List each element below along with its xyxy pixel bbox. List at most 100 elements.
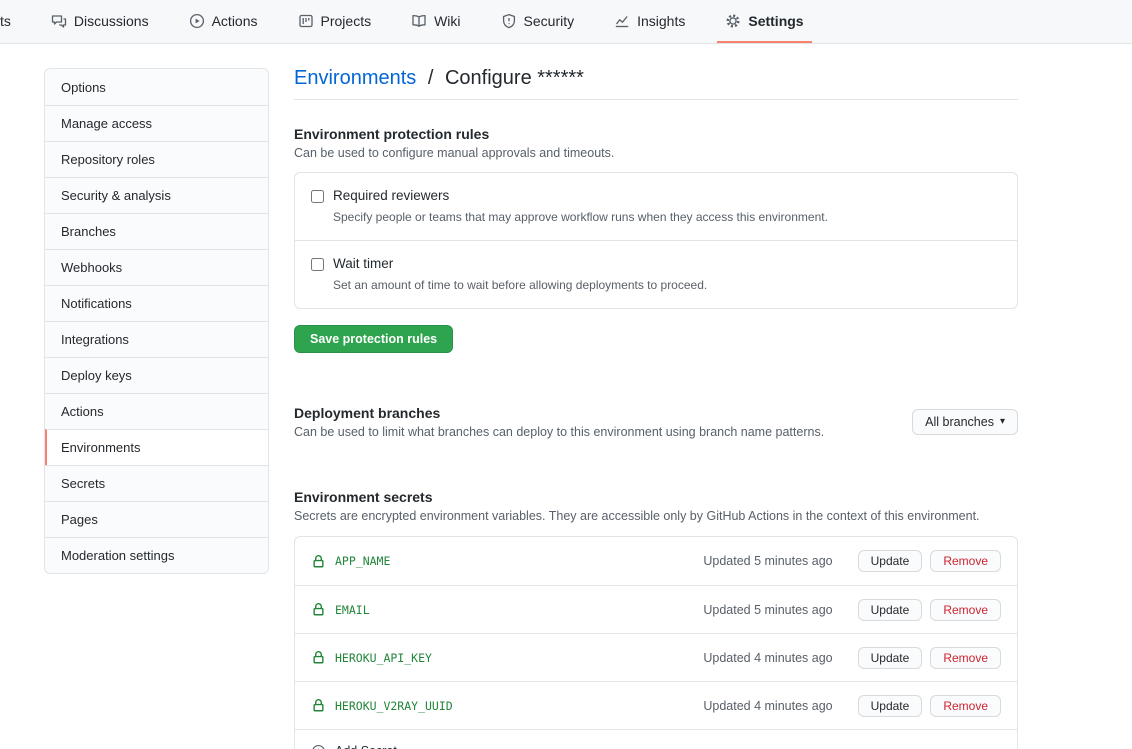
secret-row: EMAIL Updated 5 minutes ago Update Remov… [295,585,1017,633]
secret-name-text: EMAIL [335,602,370,617]
secret-name: HEROKU_API_KEY [311,650,432,665]
required-reviewers-checkbox[interactable] [311,189,324,203]
settings-sidebar: Options Manage access Repository roles S… [44,68,269,574]
tab-label: Projects [320,12,372,29]
secret-row: APP_NAME Updated 5 minutes ago Update Re… [295,537,1017,585]
sidebar-item-options[interactable]: Options [45,69,268,105]
sidebar-item-notifications[interactable]: Notifications [45,285,268,321]
settings-page: ts Discussions Actions Projects Wiki Sec… [0,0,1132,749]
tab-insights[interactable]: Insights [606,0,693,43]
update-secret-button[interactable]: Update [857,550,923,572]
page-title: Environments / Configure ****** [294,67,1018,100]
secret-updated: Updated 4 minutes ago [703,650,833,665]
section-heading: Environment protection rules [294,126,490,142]
play-circle-icon [189,13,205,29]
lock-icon [313,651,324,664]
secret-name: APP_NAME [311,554,390,569]
section-description: Can be used to limit what branches can d… [294,425,825,439]
remove-secret-button[interactable]: Remove [930,694,1001,717]
secrets-list: APP_NAME Updated 5 minutes ago Update Re… [294,536,1018,749]
secret-updated: Updated 5 minutes ago [703,554,833,568]
tab-wiki[interactable]: Wiki [403,0,468,43]
update-secret-button[interactable]: Update [857,694,923,717]
protection-rules-box: Required reviewers Specify people or tea… [294,172,1018,309]
sidebar-item-actions[interactable]: Actions [45,393,268,429]
lock-icon [313,603,324,616]
rule-description: Set an amount of time to wait before all… [333,278,708,292]
book-icon [411,13,427,29]
repo-tab-bar: ts Discussions Actions Projects Wiki Sec… [0,0,1132,44]
section-heading: Deployment branches [294,405,441,421]
tab-label: ts [0,12,11,29]
protection-rules-section: Environment protection rules Can be used… [294,124,1018,353]
dropdown-label: All branches [925,415,994,429]
secret-name: HEROKU_V2RAY_UUID [311,698,453,713]
section-heading: Environment secrets [294,489,433,505]
lock-icon [313,699,324,712]
sidebar-item-repository-roles[interactable]: Repository roles [45,141,268,177]
lock-icon [313,554,324,567]
tab-settings[interactable]: Settings [717,0,812,43]
secret-name-text: HEROKU_V2RAY_UUID [335,698,453,713]
chevron-down-icon: ▾ [999,416,1005,427]
tab-label: Settings [748,12,804,29]
gear-icon [725,13,741,29]
remove-secret-button[interactable]: Remove [930,550,1001,572]
rule-label: Wait timer [333,256,394,271]
save-protection-rules-button[interactable]: Save protection rules [294,325,454,353]
update-secret-button[interactable]: Update [857,598,923,621]
tab-label: Security [523,12,575,29]
all-branches-dropdown[interactable]: All branches ▾ [912,409,1018,435]
sidebar-item-environments[interactable]: Environments [45,429,268,465]
rule-label: Required reviewers [333,188,450,203]
deployment-branches-text: Deployment branches Can be used to limit… [294,403,824,441]
secret-row: HEROKU_V2RAY_UUID Updated 4 minutes ago … [295,681,1017,729]
tab-projects[interactable]: Projects [290,0,380,43]
wait-timer-checkbox[interactable] [311,257,324,271]
sidebar-item-moderation-settings[interactable]: Moderation settings [45,537,268,573]
sidebar-item-webhooks[interactable]: Webhooks [45,249,268,285]
environment-name: Configure ****** [444,67,584,89]
secret-row: HEROKU_API_KEY Updated 4 minutes ago Upd… [295,633,1017,681]
secret-name: EMAIL [311,602,370,617]
remove-secret-button[interactable]: Remove [930,646,1001,669]
graph-icon [614,13,630,29]
wait-timer-rule: Wait timer Set an amount of time to wait… [295,240,1017,308]
secret-updated: Updated 4 minutes ago [703,698,833,713]
sidebar-item-pages[interactable]: Pages [45,501,268,537]
tab-label: Wiki [434,12,461,29]
required-reviewers-rule: Required reviewers Specify people or tea… [295,173,1017,240]
main-content: Environments / Configure ****** Environm… [294,44,1018,749]
rule-description: Specify people or teams that may approve… [333,210,828,224]
sidebar-item-integrations[interactable]: Integrations [45,321,268,357]
tab-label: Insights [637,12,686,29]
environments-breadcrumb-link[interactable]: Environments [294,67,416,89]
tab-actions[interactable]: Actions [181,0,266,43]
project-board-icon [298,13,314,29]
comment-discussion-icon [51,13,67,29]
secret-name-text: APP_NAME [335,554,391,568]
plus-circle-icon [311,744,326,749]
section-description: Secrets are encrypted environment variab… [294,509,980,523]
sidebar-item-manage-access[interactable]: Manage access [45,105,268,141]
shield-icon [501,13,517,29]
sidebar-item-branches[interactable]: Branches [45,213,268,249]
tab-discussions[interactable]: Discussions [43,0,157,43]
sidebar-item-secrets[interactable]: Secrets [45,465,268,501]
secret-name-text: HEROKU_API_KEY [335,650,432,665]
tab-label: Actions [211,12,258,29]
sidebar-item-deploy-keys[interactable]: Deploy keys [45,357,268,393]
tab-pull-requests-cut[interactable]: ts [0,0,19,43]
secret-updated: Updated 5 minutes ago [703,602,833,617]
deployment-branches-section: Deployment branches Can be used to limit… [294,403,1018,441]
add-secret-label: Add Secret [335,744,397,749]
sidebar-item-security-analysis[interactable]: Security & analysis [45,177,268,213]
remove-secret-button[interactable]: Remove [930,598,1001,621]
add-secret-button[interactable]: Add Secret [295,729,1017,749]
breadcrumb-separator: / [427,67,434,89]
environment-secrets-section: Environment secrets Secrets are encrypte… [294,487,1018,749]
update-secret-button[interactable]: Update [857,646,923,669]
tab-security[interactable]: Security [493,0,583,43]
section-description: Can be used to configure manual approval… [294,146,615,160]
tab-label: Discussions [73,12,149,29]
